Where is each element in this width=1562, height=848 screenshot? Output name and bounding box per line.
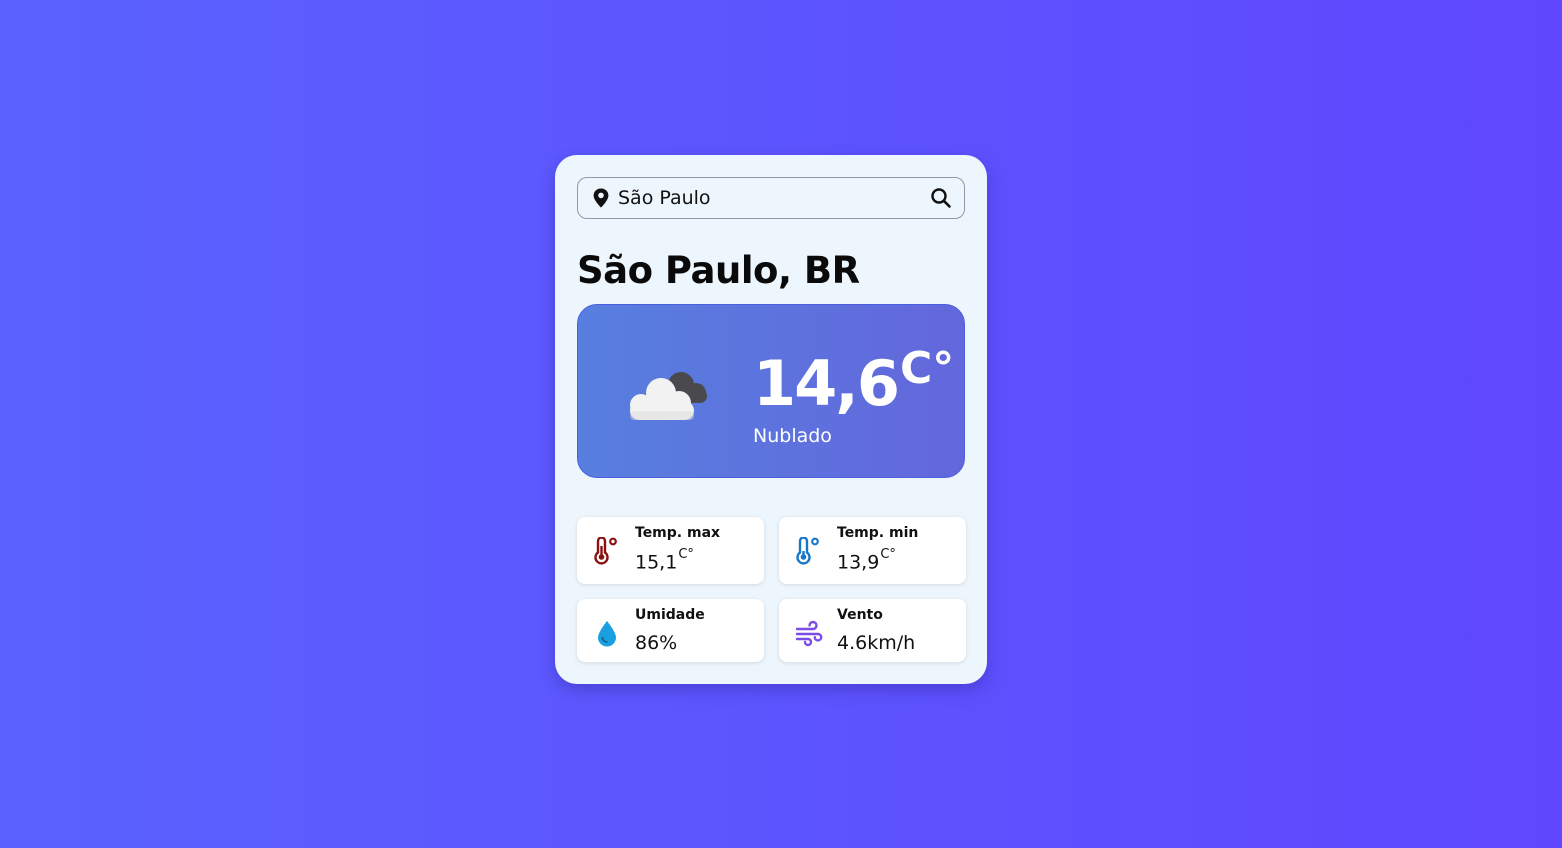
thermometer-hot-icon	[594, 537, 617, 565]
temperature-value: 14,6	[753, 347, 900, 420]
current-temperature: 14,6C°	[753, 343, 954, 420]
stat-value: 4.6km/h	[837, 632, 916, 654]
current-weather-panel: 14,6C° Nublado	[577, 304, 965, 478]
wind-icon	[795, 620, 823, 647]
stat-temp-min: Temp. min 13,9C°	[779, 517, 966, 584]
search-bar	[577, 177, 965, 219]
weather-card: São Paulo, BR 14,6C° Nublado Temp. max	[555, 155, 987, 684]
search-input[interactable]	[618, 184, 918, 212]
stat-temp-max: Temp. max 15,1C°	[577, 517, 764, 584]
stat-wind: Vento 4.6km/h	[779, 599, 966, 662]
stat-label: Temp. max	[635, 525, 721, 541]
stat-humidity: Umidade 86%	[577, 599, 764, 662]
temperature-unit: C°	[899, 343, 955, 394]
stat-value: 86%	[635, 632, 678, 654]
search-icon[interactable]	[930, 187, 952, 209]
stat-label: Vento	[837, 607, 883, 623]
location-title: São Paulo, BR	[577, 249, 860, 292]
weather-description: Nublado	[753, 425, 832, 447]
thermometer-cold-icon	[796, 537, 819, 565]
cloudy-icon	[630, 372, 707, 420]
water-drop-icon	[598, 621, 616, 647]
map-pin-icon	[593, 188, 609, 208]
stat-value: 13,9C°	[837, 547, 896, 574]
stat-value: 15,1C°	[635, 547, 694, 574]
stat-label: Umidade	[635, 607, 705, 623]
stat-label: Temp. min	[837, 525, 919, 541]
